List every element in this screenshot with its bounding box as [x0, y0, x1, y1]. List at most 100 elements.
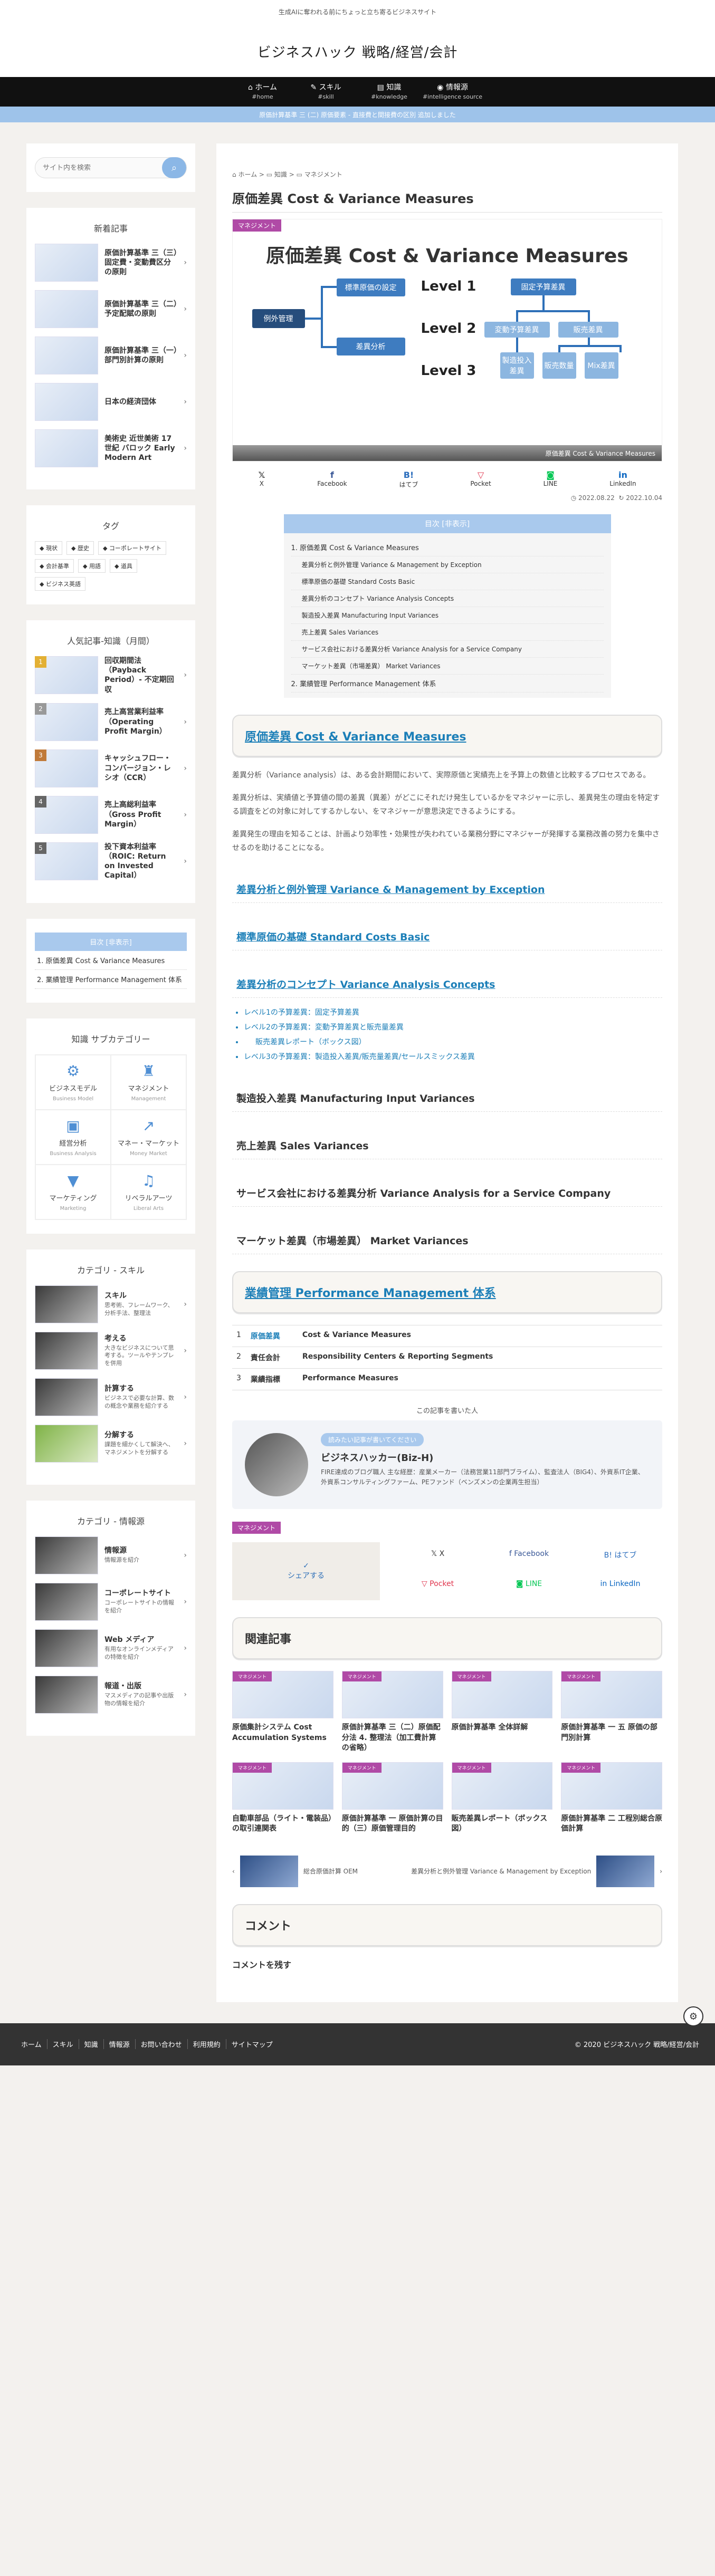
breadcrumb-management[interactable]: マネジメント	[304, 171, 342, 178]
list-link[interactable]: 販売差異レポート（ボックス図）	[244, 1035, 662, 1050]
toc-toggle[interactable]: 目次 [非表示]	[283, 514, 611, 533]
toc-item[interactable]: 差異分析と例外管理 Variance & Management by Excep…	[291, 556, 604, 573]
subsection-heading-link[interactable]: 差異分析のコンセプト Variance Analysis Concepts	[232, 961, 662, 998]
footer-link[interactable]: ホーム	[16, 2039, 47, 2049]
subcategory-item[interactable]: ⚙ ビジネスモデル Business Model	[35, 1054, 111, 1110]
share-hatena-button[interactable]: B! はてブ	[399, 470, 418, 489]
ranking-item[interactable]: 2 売上高営業利益率（Operating Profit Margin） ›	[35, 703, 187, 741]
list-item[interactable]: 原価計算基準 三（二）予定配賦の原則 ›	[35, 290, 187, 328]
category-label[interactable]: マネジメント	[233, 219, 282, 232]
footer-link[interactable]: 利用規約	[187, 2039, 226, 2050]
list-item[interactable]: 考える 大きなビジネスについて思考する。ツールやテンプレを併用 ›	[35, 1331, 187, 1370]
related-card[interactable]: マネジメント 自動車部品（ライト・電装品）の取引連関表	[232, 1762, 333, 1834]
ranking-item[interactable]: 3 キャッシュフロー・コンバージョン・レシオ（CCR） ›	[35, 749, 187, 787]
share-linkedin-button[interactable]: in LinkedIn	[609, 470, 636, 489]
gnav-knowledge[interactable]: ▤ 知識 #knowledge	[358, 77, 421, 107]
notice-bar[interactable]: 原価計算基準 三 (二) 原価要素 - 直接費と間接費の区別 追加しました	[0, 107, 715, 122]
toc-item[interactable]: 2. 業績管理 Performance Management 体系	[291, 675, 604, 693]
subcategory-item[interactable]: ♫ リベラルアーツ Liberal Arts	[111, 1164, 186, 1219]
gnav-home[interactable]: ⌂ ホーム #home	[231, 77, 294, 107]
related-card[interactable]: マネジメント 原価計算基準 一 原価計算の目的（三）原価管理目的	[341, 1762, 443, 1834]
toc-toggle[interactable]: 目次 [非表示]	[35, 932, 187, 951]
footer-link[interactable]: スキル	[46, 2039, 79, 2050]
toc-item[interactable]: 1. 原価差異 Cost & Variance Measures	[291, 539, 604, 556]
list-item[interactable]: 日本の経済団体 ›	[35, 383, 187, 421]
list-link[interactable]: レベル1の予算差異：固定予算差異	[244, 1005, 662, 1020]
subcategory-item[interactable]: ↗ マネー・マーケット Money Market	[111, 1109, 186, 1165]
subcategory-item[interactable]: ▼ マーケティング Marketing	[35, 1164, 111, 1219]
list-item[interactable]: 報道・出版 マスメディアの記事や出版物の情報を紹介 ›	[35, 1675, 187, 1714]
avatar[interactable]	[245, 1433, 308, 1496]
list-link[interactable]: レベル3の予算差異：製造投入差異/販売量差異/セールスミックス差異	[244, 1050, 662, 1064]
ranking-item[interactable]: 4 売上高総利益率（Gross Profit Margin） ›	[35, 795, 187, 834]
list-item[interactable]: 分解する 課題を細かくして解決へ、マネジメントを分解する ›	[35, 1424, 187, 1463]
tag-link[interactable]: ◆ 現状	[35, 541, 62, 555]
prev-post-link[interactable]: ‹ 総合原価計算 OEM	[232, 1855, 358, 1887]
subsection-heading-link[interactable]: 標準原価の基礎 Standard Costs Basic	[232, 914, 662, 950]
related-card[interactable]: マネジメント 原価計算基準 二 工程別総合原価計算	[561, 1762, 662, 1834]
next-post-link[interactable]: 差異分析と例外管理 Variance & Management by Excep…	[411, 1855, 662, 1887]
category-label[interactable]: マネジメント	[232, 1521, 281, 1534]
list-item[interactable]: 計算する ビジネスで必要な計算、数の概念や業務を紹介する ›	[35, 1378, 187, 1416]
chevron-right-icon: ›	[184, 857, 187, 866]
ranking-item[interactable]: 1 回収期間法（Payback Period）- 不定期回収 ›	[35, 656, 187, 695]
search-button[interactable]: ⌕	[162, 157, 186, 178]
share-facebook-button[interactable]: f Facebook	[317, 470, 347, 489]
gnav-skill[interactable]: ✎ スキル #skill	[294, 77, 358, 107]
toc-item[interactable]: 差異分析のコンセプト Variance Analysis Concepts	[291, 590, 604, 607]
share-pocket-button[interactable]: ▽ Pocket	[396, 1580, 480, 1600]
share-pocket-button[interactable]: ▽ Pocket	[470, 470, 491, 489]
related-card[interactable]: マネジメント 販売差異レポート（ボックス図）	[451, 1762, 553, 1834]
footer-link[interactable]: 知識	[78, 2039, 103, 2050]
subsection-heading-link[interactable]: 差異分析と例外管理 Variance & Management by Excep…	[232, 866, 662, 903]
tag-link[interactable]: ◆ 会計基準	[35, 559, 74, 573]
list-item[interactable]: Web メディア 有用なオンラインメディアの特徴を紹介 ›	[35, 1629, 187, 1667]
list-item[interactable]: 情報源 情報源を紹介 ›	[35, 1536, 187, 1574]
toc-item[interactable]: サービス会社における差異分析 Variance Analysis for a S…	[291, 641, 604, 658]
share-x-button[interactable]: 𝕏X	[258, 470, 265, 489]
list-link[interactable]: レベル2の予算差異：変動予算差異と販売量差異	[244, 1020, 662, 1035]
related-card[interactable]: マネジメント 原価計算基準 全体詳解	[451, 1670, 553, 1754]
share-facebook-button[interactable]: f Facebook	[487, 1550, 571, 1572]
share-line-button[interactable]: ◙ LINE	[544, 470, 558, 489]
related-card[interactable]: マネジメント 原価集計システム Cost Accumulation Systems	[232, 1670, 333, 1754]
author-name[interactable]: ビジネスハッカー(Biz-H)	[321, 1450, 650, 1464]
list-item[interactable]: 美術史 近世美術 17世紀 バロック Early Modern Art ›	[35, 429, 187, 467]
related-card[interactable]: マネジメント 原価計算基準 一 五 原価の部門別計算	[561, 1670, 662, 1754]
list-item[interactable]: 原価計算基準 三（三）固定費・変動費区分の原則 ›	[35, 244, 187, 282]
toc-float-button[interactable]: ⚙	[683, 2006, 703, 2026]
search-input[interactable]	[43, 164, 162, 172]
table-link[interactable]: 原価差異	[251, 1331, 293, 1341]
tag-link[interactable]: ◆ 用語	[78, 559, 106, 573]
breadcrumb-knowledge[interactable]: 知識	[274, 171, 287, 178]
tag-link[interactable]: ◆ 歴史	[66, 541, 94, 555]
tag-link[interactable]: ◆ ビジネス英語	[35, 577, 85, 591]
footer-link[interactable]: お問い合わせ	[135, 2039, 187, 2050]
tag-link[interactable]: ◆ コーポレートサイト	[98, 541, 166, 555]
toc-item[interactable]: 2. 業績管理 Performance Management 体系	[35, 970, 187, 989]
share-line-button[interactable]: ◙ LINE	[487, 1580, 571, 1600]
list-item[interactable]: コーポレートサイト コーポレートサイトの情報を紹介 ›	[35, 1582, 187, 1621]
list-item[interactable]: 原価計算基準 三（一）部門別計算の原則 ›	[35, 337, 187, 374]
toc-item[interactable]: 1. 原価差異 Cost & Variance Measures	[35, 951, 187, 970]
subcategory-item[interactable]: ▣ 経営分析 Business Analysis	[35, 1109, 111, 1165]
section-heading-link[interactable]: 原価差異 Cost & Variance Measures	[245, 730, 466, 744]
toc-item[interactable]: マーケット差異（市場差異） Market Variances	[291, 658, 604, 675]
related-card[interactable]: マネジメント 原価計算基準 三（二）原価配分法 4. 整理法（加工費計算の省略）	[341, 1670, 443, 1754]
toc-item[interactable]: 製造投入差異 Manufacturing Input Variances	[291, 607, 604, 624]
share-x-button[interactable]: 𝕏 X	[396, 1550, 480, 1572]
ranking-item[interactable]: 5 投下資本利益率（ROIC: Return on Invested Capita…	[35, 842, 187, 881]
subcategory-item[interactable]: ♜ マネジメント Management	[111, 1054, 186, 1110]
footer-link[interactable]: 情報源	[103, 2039, 135, 2050]
share-linkedin-button[interactable]: in LinkedIn	[578, 1580, 662, 1600]
share-hatena-button[interactable]: B! はてブ	[578, 1550, 662, 1572]
tag-link[interactable]: ◆ 道具	[109, 559, 137, 573]
gnav-source[interactable]: ◉ 情報源 #intelligence source	[421, 77, 484, 107]
footer-link[interactable]: サイトマップ	[225, 2039, 278, 2050]
toc-item[interactable]: 売上差異 Sales Variances	[291, 624, 604, 641]
site-title[interactable]: ビジネスハック 戦略/経営/会計	[0, 42, 715, 61]
toc-item[interactable]: 標準原価の基礎 Standard Costs Basic	[291, 573, 604, 590]
list-item[interactable]: スキル 思考術、フレームワーク、分析手法、整理法 ›	[35, 1285, 187, 1323]
breadcrumb-home[interactable]: ホーム	[238, 171, 257, 178]
section-heading-link[interactable]: 業績管理 Performance Management 体系	[245, 1287, 496, 1300]
